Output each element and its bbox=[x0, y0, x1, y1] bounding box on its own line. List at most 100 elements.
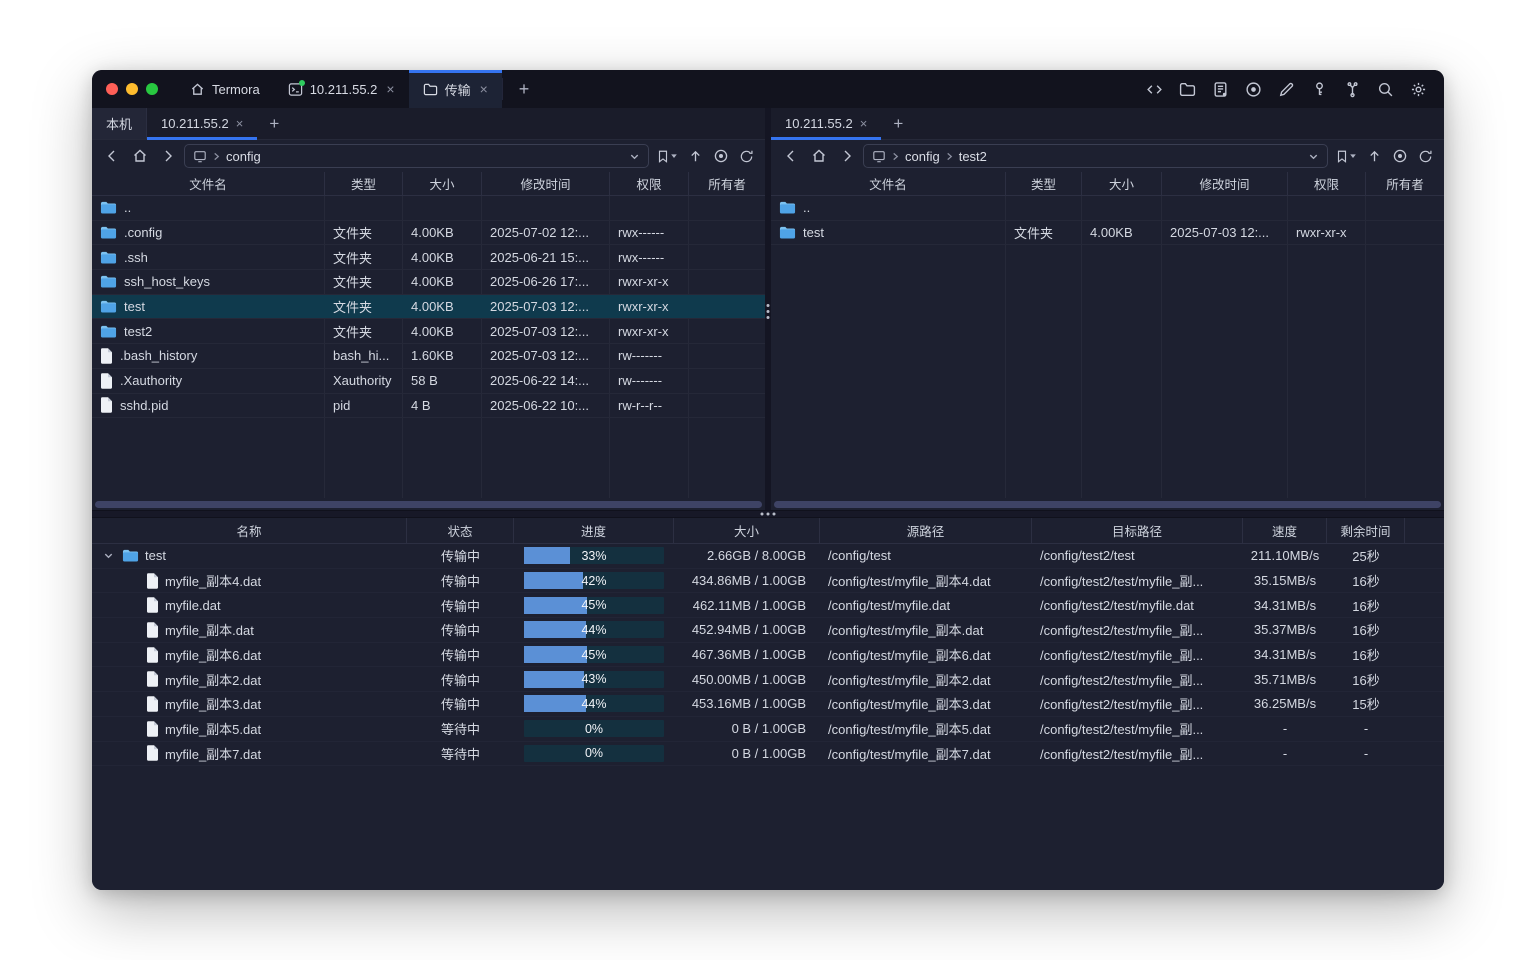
folder-icon bbox=[100, 299, 117, 314]
forward-button[interactable] bbox=[835, 144, 859, 168]
type-cell: 文件夹 bbox=[325, 270, 403, 294]
scrollbar-thumb[interactable] bbox=[95, 501, 762, 508]
file-row[interactable]: test文件夹4.00KB2025-07-03 12:...rwxr-xr-x bbox=[92, 295, 765, 320]
folder-icon bbox=[100, 324, 117, 339]
breadcrumb-segment[interactable]: test2 bbox=[959, 149, 987, 164]
keychain-icon[interactable] bbox=[1340, 77, 1364, 101]
transfer-row[interactable]: myfile.dat传输中45%462.11MB / 1.00GB/config… bbox=[92, 593, 1444, 618]
show-hidden-files-button[interactable] bbox=[1389, 144, 1411, 168]
column-header[interactable]: 目标路径 bbox=[1032, 518, 1243, 543]
column-header[interactable]: 文件名 bbox=[771, 172, 1006, 195]
close-window-button[interactable] bbox=[106, 83, 118, 95]
file-row[interactable]: .bash_historybash_hi...1.60KB2025-07-03 … bbox=[92, 344, 765, 369]
progress-bar: 44% bbox=[524, 695, 664, 712]
column-header[interactable]: 大小 bbox=[403, 172, 482, 195]
column-header[interactable]: 大小 bbox=[1082, 172, 1162, 195]
back-button[interactable] bbox=[100, 144, 124, 168]
column-header[interactable]: 大小 bbox=[674, 518, 820, 543]
close-icon[interactable]: × bbox=[236, 116, 244, 131]
home-button[interactable] bbox=[128, 144, 152, 168]
column-header[interactable]: 状态 bbox=[407, 518, 514, 543]
column-header[interactable]: 文件名 bbox=[92, 172, 325, 195]
transfer-row[interactable]: myfile_副本3.dat传输中44%453.16MB / 1.00GB/co… bbox=[92, 692, 1444, 717]
close-icon[interactable]: × bbox=[480, 81, 488, 97]
tab-transfer[interactable]: 传输 × bbox=[409, 70, 502, 108]
home-button[interactable] bbox=[807, 144, 831, 168]
key-icon[interactable] bbox=[1307, 77, 1331, 101]
file-row[interactable]: .config文件夹4.00KB2025-07-02 12:...rwx----… bbox=[92, 221, 765, 246]
show-hidden-files-button[interactable] bbox=[710, 144, 732, 168]
bookmark-button[interactable] bbox=[653, 144, 681, 168]
file-row[interactable]: ssh_host_keys文件夹4.00KB2025-06-26 17:...r… bbox=[92, 270, 765, 295]
new-tab-button[interactable]: + bbox=[503, 70, 546, 108]
new-pane-tab-button[interactable]: + bbox=[257, 108, 291, 139]
back-button[interactable] bbox=[779, 144, 803, 168]
transfer-row[interactable]: myfile_副本.dat传输中44%452.94MB / 1.00GB/con… bbox=[92, 618, 1444, 643]
refresh-button[interactable] bbox=[736, 144, 757, 168]
upload-button[interactable] bbox=[1364, 144, 1385, 168]
transfer-row[interactable]: myfile_副本4.dat传输中42%434.86MB / 1.00GB/co… bbox=[92, 569, 1444, 594]
column-header[interactable]: 名称 bbox=[92, 518, 407, 543]
file-row[interactable]: .. bbox=[92, 196, 765, 221]
chevron-down-icon[interactable] bbox=[1308, 151, 1319, 162]
transfer-row[interactable]: myfile_副本2.dat传输中43%450.00MB / 1.00GB/co… bbox=[92, 667, 1444, 692]
path-input[interactable]: config bbox=[184, 144, 649, 168]
chevron-down-icon[interactable] bbox=[100, 550, 116, 561]
file-row[interactable]: test文件夹4.00KB2025-07-03 12:...rwxr-xr-x bbox=[771, 221, 1444, 246]
minimize-window-button[interactable] bbox=[126, 83, 138, 95]
scrollbar-thumb[interactable] bbox=[774, 501, 1441, 508]
code-icon[interactable] bbox=[1142, 77, 1166, 101]
close-icon[interactable]: × bbox=[860, 116, 868, 131]
transfer-row[interactable]: myfile_副本6.dat传输中45%467.36MB / 1.00GB/co… bbox=[92, 643, 1444, 668]
column-header[interactable]: 修改时间 bbox=[482, 172, 610, 195]
zoom-window-button[interactable] bbox=[146, 83, 158, 95]
column-header[interactable]: 权限 bbox=[610, 172, 689, 195]
transfer-row[interactable]: myfile_副本5.dat等待中0%0 B / 1.00GB/config/t… bbox=[92, 717, 1444, 742]
settings-gear-icon[interactable] bbox=[1406, 77, 1430, 101]
bookmark-button[interactable] bbox=[1332, 144, 1360, 168]
column-header[interactable] bbox=[1405, 518, 1444, 543]
breadcrumb-segment[interactable]: config bbox=[226, 149, 261, 164]
refresh-button[interactable] bbox=[1415, 144, 1436, 168]
transfer-row[interactable]: myfile_副本7.dat等待中0%0 B / 1.00GB/config/t… bbox=[92, 742, 1444, 767]
file-row[interactable]: test2文件夹4.00KB2025-07-03 12:...rwxr-xr-x bbox=[92, 319, 765, 344]
horizontal-scrollbar[interactable] bbox=[771, 498, 1444, 510]
pane-tab-本机[interactable]: 本机 bbox=[92, 108, 147, 139]
path-input[interactable]: config test2 bbox=[863, 144, 1328, 168]
folder-icon[interactable] bbox=[1175, 77, 1199, 101]
column-header[interactable]: 类型 bbox=[325, 172, 403, 195]
close-icon[interactable]: × bbox=[386, 81, 394, 97]
horizontal-splitter[interactable] bbox=[92, 510, 1444, 518]
column-header[interactable]: 速度 bbox=[1243, 518, 1327, 543]
file-row[interactable]: .ssh文件夹4.00KB2025-06-21 15:...rwx------ bbox=[92, 245, 765, 270]
log-icon[interactable] bbox=[1208, 77, 1232, 101]
file-row[interactable]: .. bbox=[771, 196, 1444, 221]
column-header[interactable]: 进度 bbox=[514, 518, 674, 543]
tab-host-10-211-55-2[interactable]: 10.211.55.2 × bbox=[274, 70, 409, 108]
search-icon[interactable] bbox=[1373, 77, 1397, 101]
column-header[interactable]: 源路径 bbox=[820, 518, 1032, 543]
progress-bar: 44% bbox=[524, 621, 664, 638]
type-cell: 文件夹 bbox=[1006, 221, 1082, 245]
column-header[interactable]: 所有者 bbox=[1366, 172, 1444, 195]
pane-tab-10.211.55.2[interactable]: 10.211.55.2× bbox=[771, 108, 881, 139]
chevron-down-icon[interactable] bbox=[629, 151, 640, 162]
column-header[interactable]: 权限 bbox=[1288, 172, 1366, 195]
file-row[interactable]: sshd.pidpid4 B2025-06-22 10:...rw-r--r-- bbox=[92, 394, 765, 419]
horizontal-scrollbar[interactable] bbox=[92, 498, 765, 510]
perm-cell bbox=[610, 196, 689, 220]
column-header[interactable]: 修改时间 bbox=[1162, 172, 1288, 195]
record-icon[interactable] bbox=[1241, 77, 1265, 101]
transfer-row[interactable]: test传输中33%2.66GB / 8.00GB/config/test/co… bbox=[92, 544, 1444, 569]
upload-button[interactable] bbox=[685, 144, 706, 168]
column-header[interactable]: 剩余时间 bbox=[1327, 518, 1405, 543]
new-pane-tab-button[interactable]: + bbox=[881, 108, 915, 139]
pane-tab-10.211.55.2[interactable]: 10.211.55.2× bbox=[147, 108, 257, 139]
column-header[interactable]: 类型 bbox=[1006, 172, 1082, 195]
breadcrumb-segment[interactable]: config bbox=[905, 149, 940, 164]
tab-termora[interactable]: Termora bbox=[176, 70, 274, 108]
forward-button[interactable] bbox=[156, 144, 180, 168]
file-row[interactable]: .XauthorityXauthority58 B2025-06-22 14:.… bbox=[92, 369, 765, 394]
column-header[interactable]: 所有者 bbox=[689, 172, 765, 195]
edit-icon[interactable] bbox=[1274, 77, 1298, 101]
